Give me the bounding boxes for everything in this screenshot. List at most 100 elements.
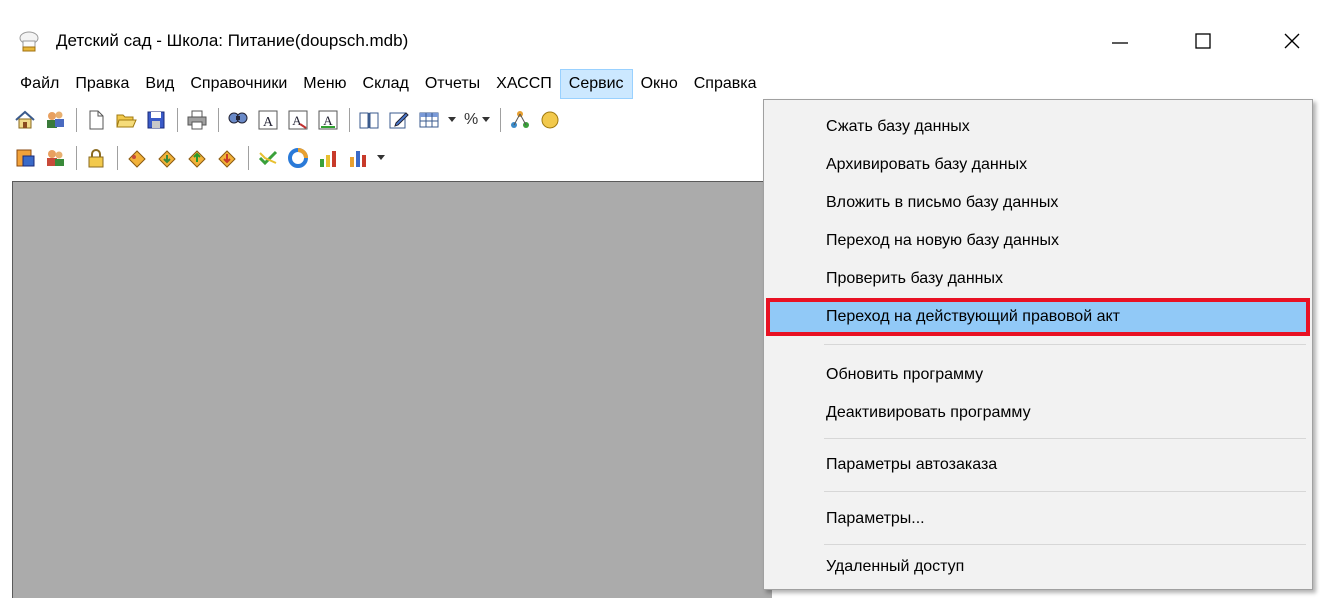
font-format-icon: A xyxy=(317,109,339,131)
chart-dropdown[interactable] xyxy=(375,145,387,171)
home-icon xyxy=(14,109,36,131)
chef-hat-icon xyxy=(17,30,41,54)
menu-separator xyxy=(824,491,1306,492)
toolbar-separator xyxy=(248,145,249,170)
menu-edit[interactable]: Правка xyxy=(67,69,137,99)
globe-button[interactable] xyxy=(537,107,563,133)
close-button[interactable] xyxy=(1264,20,1320,62)
table-dropdown[interactable] xyxy=(446,107,458,133)
menu-item-update-program[interactable]: Обновить программу xyxy=(764,356,1312,394)
toolbar-separator xyxy=(349,107,350,132)
menu-references[interactable]: Справочники xyxy=(182,69,295,99)
font-replace-button[interactable]: A xyxy=(285,107,311,133)
mdi-client-area xyxy=(12,181,772,598)
print-button[interactable] xyxy=(184,107,210,133)
menu-reports[interactable]: Отчеты xyxy=(417,69,488,99)
menu-separator xyxy=(824,544,1306,545)
menu-warehouse[interactable]: Склад xyxy=(355,69,417,99)
table-button[interactable] xyxy=(416,107,442,133)
find-button[interactable] xyxy=(225,107,251,133)
bar-trend-button[interactable] xyxy=(315,145,341,171)
save-icon xyxy=(145,109,167,131)
dropdown-arrow-icon xyxy=(481,111,491,129)
menu-separator xyxy=(824,344,1306,345)
group-icon xyxy=(44,147,66,169)
percent-button[interactable]: % xyxy=(462,107,480,133)
menu-item-check-db[interactable]: Проверить базу данных xyxy=(764,260,1312,298)
menu-item-remote-access[interactable]: Удаленный доступ xyxy=(764,548,1312,586)
lock-icon xyxy=(85,147,107,169)
percent-dropdown[interactable] xyxy=(480,107,492,133)
maximize-button[interactable] xyxy=(1175,20,1231,62)
package-down-icon xyxy=(216,147,238,169)
cake-button[interactable] xyxy=(124,145,150,171)
package-up-button[interactable] xyxy=(184,145,210,171)
find-icon xyxy=(227,109,249,131)
users-button[interactable] xyxy=(42,107,68,133)
secondary-toolbar xyxy=(12,141,772,174)
diagram-button[interactable] xyxy=(507,107,533,133)
menu-service[interactable]: Сервис xyxy=(559,69,633,99)
package-down-button[interactable] xyxy=(214,145,240,171)
close-icon xyxy=(1282,31,1302,51)
menu-bar: Файл Правка Вид Справочники Меню Склад О… xyxy=(12,69,765,99)
toolbar-separator xyxy=(500,107,502,132)
arrow-box-icon xyxy=(156,147,178,169)
menu-haccp[interactable]: ХАССП xyxy=(488,69,560,99)
arrow-box-button[interactable] xyxy=(154,145,180,171)
svg-text:A: A xyxy=(323,113,333,128)
bar-chart-button[interactable] xyxy=(345,145,371,171)
menu-help[interactable]: Справка xyxy=(686,69,765,99)
svg-text:A: A xyxy=(292,113,302,128)
check-chart-icon xyxy=(257,147,279,169)
menu-separator xyxy=(824,438,1306,439)
table-icon xyxy=(418,109,440,131)
report-icon xyxy=(14,147,36,169)
menu-item-switch-db[interactable]: Переход на новую базу данных xyxy=(764,222,1312,260)
minimize-button[interactable] xyxy=(1092,20,1148,62)
users-icon xyxy=(44,109,66,131)
toolbar-separator xyxy=(76,107,77,132)
toolbar-separator xyxy=(76,145,77,170)
font-replace-icon: A xyxy=(287,109,309,131)
save-button[interactable] xyxy=(143,107,169,133)
open-folder-button[interactable] xyxy=(113,107,139,133)
pie-button[interactable] xyxy=(285,145,311,171)
package-up-icon xyxy=(186,147,208,169)
service-menu-dropdown: Сжать базу данных Архивировать базу данн… xyxy=(763,99,1313,590)
cake-icon xyxy=(126,147,148,169)
menu-window[interactable]: Окно xyxy=(633,69,686,99)
pie-icon xyxy=(287,147,309,169)
minimize-icon xyxy=(1110,31,1130,51)
new-document-button[interactable] xyxy=(83,107,109,133)
menu-file[interactable]: Файл xyxy=(12,69,67,99)
home-button[interactable] xyxy=(12,107,38,133)
menu-view[interactable]: Вид xyxy=(137,69,182,99)
font-a-button[interactable]: A xyxy=(255,107,281,133)
group-button[interactable] xyxy=(42,145,68,171)
dropdown-arrow-icon xyxy=(447,111,457,129)
print-icon xyxy=(186,109,208,131)
menu-item-compact-db[interactable]: Сжать базу данных xyxy=(764,108,1312,146)
new-document-icon xyxy=(85,109,107,131)
check-chart-button[interactable] xyxy=(255,145,281,171)
font-format-button[interactable]: A xyxy=(315,107,341,133)
menu-item-settings[interactable]: Параметры... xyxy=(764,500,1312,538)
menu-item-autoorder-settings[interactable]: Параметры автозаказа xyxy=(764,446,1312,484)
lock-button[interactable] xyxy=(83,145,109,171)
bar-chart-icon xyxy=(347,147,369,169)
menu-menu[interactable]: Меню xyxy=(295,69,354,99)
globe-icon xyxy=(539,109,561,131)
edit-note-button[interactable] xyxy=(386,107,412,133)
diagram-icon xyxy=(509,109,531,131)
main-toolbar: A A A % xyxy=(12,103,772,136)
title-bar: Детский сад - Школа: Питание(doupsch.mdb… xyxy=(0,0,1320,68)
menu-item-archive-db[interactable]: Архивировать базу данных xyxy=(764,146,1312,184)
menu-item-deactivate-program[interactable]: Деактивировать программу xyxy=(764,394,1312,432)
menu-item-switch-legal-act[interactable]: Переход на действующий правовой акт xyxy=(766,298,1310,336)
report-button[interactable] xyxy=(12,145,38,171)
menu-item-email-db[interactable]: Вложить в письмо базу данных xyxy=(764,184,1312,222)
book-button[interactable] xyxy=(356,107,382,133)
font-a-icon: A xyxy=(257,109,279,131)
toolbar-separator xyxy=(117,145,118,170)
